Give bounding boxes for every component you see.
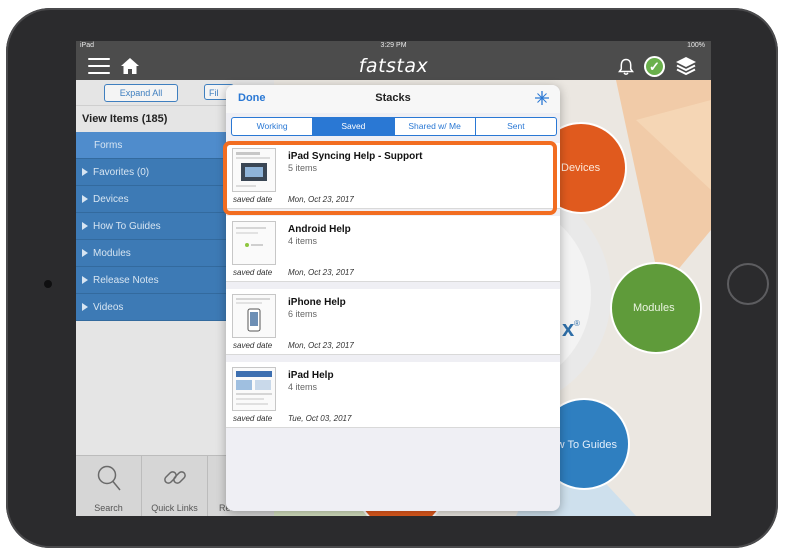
sparkle-icon[interactable] [534,90,550,106]
tab-saved[interactable]: Saved [313,118,395,135]
category-label: Forms [94,140,123,151]
quick-links-label: Quick Links [151,503,198,513]
svg-text:®: ® [574,319,580,328]
stack-row[interactable]: saved date iPad Help 4 items Tue, Oct 03… [226,362,560,428]
modal-title: Stacks [375,92,411,104]
layers-icon[interactable] [675,56,697,76]
bell-icon[interactable] [618,58,634,76]
tab-working[interactable]: Working [232,118,314,135]
stack-date: Tue, Oct 03, 2017 [288,414,352,423]
stack-date: Mon, Oct 23, 2017 [288,268,354,277]
expand-triangle-icon [82,249,88,257]
stack-date: Mon, Oct 23, 2017 [288,341,354,350]
status-time: 3:29 PM [380,42,407,49]
category-label: Devices [93,194,129,205]
ipad-screen: iPad 3:29 PM 100% fatstax ✓ x ® Devices … [76,41,711,516]
status-battery: 100% [687,42,705,49]
tab-shared-with-me[interactable]: Shared w/ Me [395,118,476,135]
modules-circle-label[interactable]: Modules [633,302,675,314]
expand-triangle-icon [82,168,88,176]
stacks-modal: Done Stacks Working Saved Shared w/ Me S… [226,85,560,511]
stack-item-count: 4 items [288,382,318,392]
row-divider [226,208,560,209]
check-icon[interactable]: ✓ [644,56,665,77]
home-hardware-button[interactable] [727,263,769,305]
saved-date-label: saved date [233,195,273,204]
stacks-list: saved date iPad Syncing Help - Support 5… [226,143,560,435]
stack-row[interactable]: saved date iPad Syncing Help - Support 5… [226,143,560,209]
modal-header: Done Stacks [226,85,560,113]
category-label: How To Guides [93,221,161,232]
stack-item-count: 5 items [288,163,318,173]
category-label: Videos [93,302,124,313]
stacks-tab-bar: Working Saved Shared w/ Me Sent [231,117,557,136]
stack-thumbnail [232,294,276,338]
stack-item-count: 4 items [288,236,318,246]
category-label: Modules [93,248,131,259]
row-divider [226,354,560,355]
stack-title: iPad Syncing Help - Support [288,151,423,162]
stack-title: Android Help [288,224,351,235]
category-label: Favorites (0) [93,167,150,178]
row-divider [226,427,560,428]
devices-circle-label[interactable]: Devices [561,162,600,174]
search-tool-label: Search [94,503,123,513]
top-navbar: fatstax ✓ [76,52,711,80]
stack-item-count: 6 items [288,309,318,319]
expand-all-button[interactable]: Expand All [104,84,178,102]
tab-sent[interactable]: Sent [476,118,556,135]
expand-triangle-icon [82,222,88,230]
saved-date-label: saved date [233,414,273,423]
category-label: Release Notes [93,275,159,286]
status-bar: iPad 3:29 PM 100% [76,41,711,52]
stack-row[interactable]: saved date iPhone Help 6 items Mon, Oct … [226,289,560,355]
fatstax-logo: fatstax [358,55,429,77]
camera-dot [44,280,52,288]
stack-thumbnail [232,367,276,411]
quick-links-button[interactable]: Quick Links [142,456,208,516]
row-divider [226,281,560,282]
search-tool-button[interactable]: Search [76,456,142,516]
link-icon [163,471,186,484]
expand-triangle-icon [82,276,88,284]
stack-thumbnail [232,221,276,265]
stack-row[interactable]: saved date Android Help 4 items Mon, Oct… [226,216,560,282]
expand-triangle-icon [82,303,88,311]
stack-thumbnail [232,148,276,192]
expand-triangle-icon [82,195,88,203]
stack-title: iPhone Help [288,297,346,308]
search-icon [97,465,121,491]
stack-title: iPad Help [288,370,334,381]
saved-date-label: saved date [233,268,273,277]
stack-date: Mon, Oct 23, 2017 [288,195,354,204]
saved-date-label: saved date [233,341,273,350]
